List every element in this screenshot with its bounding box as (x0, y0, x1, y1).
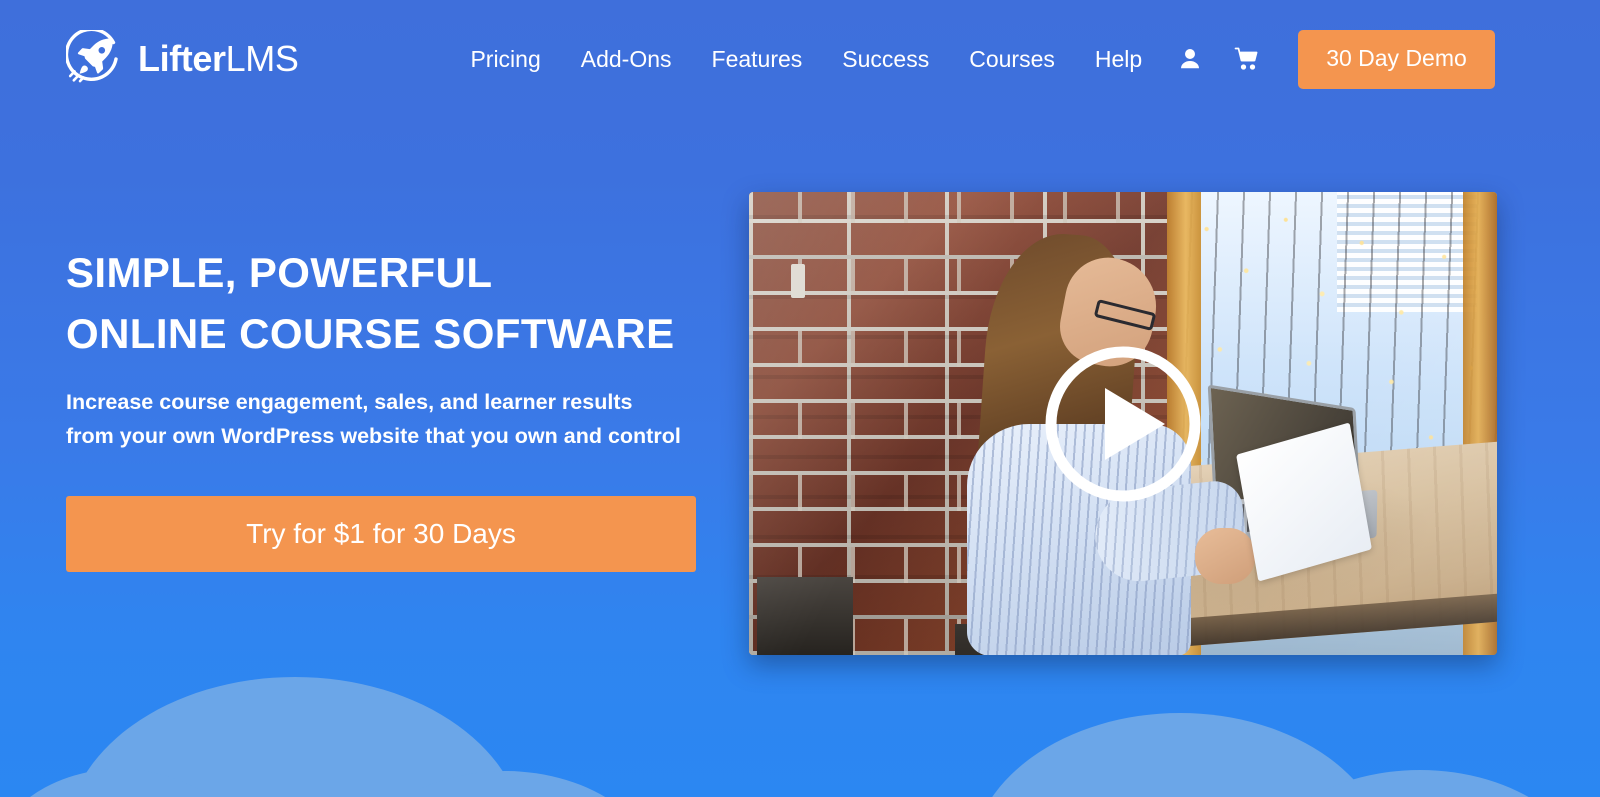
page-title: SIMPLE, POWERFUL ONLINE COURSE SOFTWARE (66, 243, 706, 365)
site-header: LifterLMS Pricing Add-Ons Features Succe… (0, 0, 1600, 118)
stool (757, 577, 853, 655)
hero-subtitle: Increase course engagement, sales, and l… (66, 389, 681, 448)
nav-item-pricing[interactable]: Pricing (450, 47, 560, 71)
main-navigation: Pricing Add-Ons Features Success Courses… (450, 29, 1495, 89)
play-button-icon (1045, 346, 1201, 501)
account-button[interactable] (1162, 47, 1218, 71)
cart-button[interactable] (1218, 46, 1276, 72)
hero-title-line-1: SIMPLE, POWERFUL (66, 249, 493, 296)
user-icon (1178, 47, 1202, 71)
person-hand (1195, 528, 1255, 584)
nav-item-success[interactable]: Success (822, 47, 949, 71)
nav-item-features[interactable]: Features (692, 47, 823, 71)
rocket-in-circle-icon (64, 27, 124, 88)
shopping-cart-icon (1234, 46, 1260, 72)
brand-name-strong: Lifter (138, 38, 226, 79)
nav-item-help[interactable]: Help (1075, 47, 1162, 71)
brand-name-light: LMS (225, 38, 299, 79)
wall-outlet (791, 264, 805, 298)
hero-section: SIMPLE, POWERFUL ONLINE COURSE SOFTWARE … (0, 0, 1600, 797)
hero-cta-button[interactable]: Try for $1 for 30 Days (66, 495, 696, 572)
nav-item-courses[interactable]: Courses (949, 47, 1075, 71)
play-button[interactable] (1039, 340, 1207, 508)
nav-item-add-ons[interactable]: Add-Ons (561, 47, 692, 71)
brand-logo-link[interactable]: LifterLMS (64, 27, 299, 88)
brand-wordmark: LifterLMS (138, 38, 299, 79)
hero-copy: SIMPLE, POWERFUL ONLINE COURSE SOFTWARE … (66, 243, 706, 572)
hero-title-line-2: ONLINE COURSE SOFTWARE (66, 309, 675, 357)
hero-video-player[interactable] (749, 192, 1497, 655)
demo-button[interactable]: 30 Day Demo (1298, 29, 1495, 89)
